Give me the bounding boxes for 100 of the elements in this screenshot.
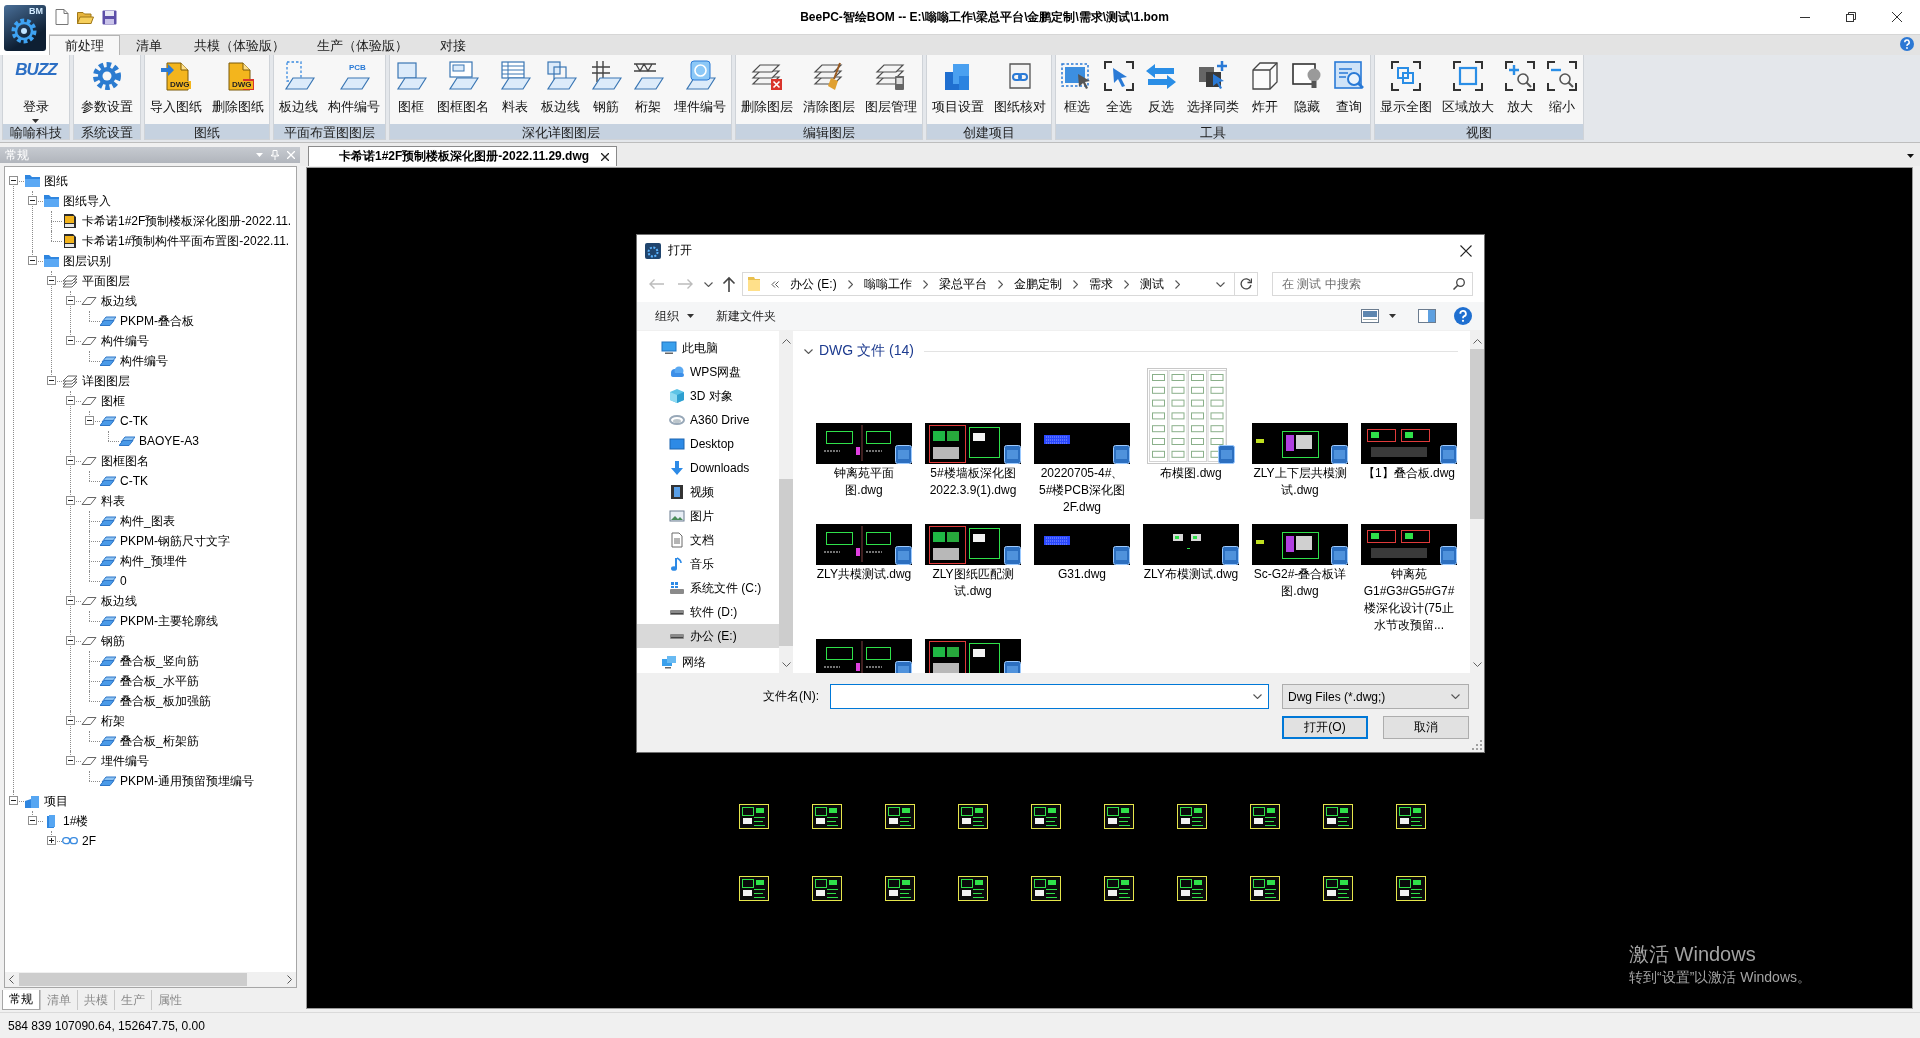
ribbon-button[interactable]: 删除图层 xyxy=(736,55,798,124)
tree-item[interactable]: 卡希诺1#2F预制楼板深化图册-2022.11. xyxy=(82,213,292,229)
breadcrumb-segment[interactable]: 嗡嗡工作 xyxy=(863,275,912,293)
ribbon-button[interactable]: 埋件编号 xyxy=(669,55,731,124)
breadcrumb-segment[interactable]: 测试 xyxy=(1139,275,1164,293)
navigation-item[interactable]: 办公 (E:) xyxy=(637,624,779,648)
help-icon[interactable] xyxy=(1454,307,1472,325)
ribbon-tab[interactable]: 清单 xyxy=(120,35,178,55)
cad-preview-drawing[interactable] xyxy=(925,524,1021,565)
ribbon-tab[interactable]: 生产（体验版） xyxy=(301,35,424,55)
cad-preview-drawing[interactable] xyxy=(1361,423,1457,464)
navigation-item[interactable]: Downloads xyxy=(637,456,779,480)
ribbon-button[interactable]: 图框 xyxy=(390,55,432,124)
ribbon-button[interactable]: PCB 构件编号 xyxy=(323,55,385,124)
ribbon-button[interactable]: DWG 导入图纸 xyxy=(145,55,207,124)
breadcrumb-segment[interactable]: 梁总平台 xyxy=(938,275,987,293)
tree-item[interactable]: C-TK xyxy=(120,413,148,429)
close-icon[interactable] xyxy=(1460,244,1472,257)
file-name[interactable]: G31.dwg xyxy=(1034,565,1130,583)
tree-item[interactable]: 叠合板_板加强筋 xyxy=(120,693,211,709)
scrollbar-thumb[interactable] xyxy=(19,973,247,986)
file-name-field[interactable] xyxy=(830,684,1269,709)
navigation-item[interactable]: 视频 xyxy=(637,480,779,504)
file-type-dropdown[interactable]: Dwg Files (*.dwg;) xyxy=(1282,684,1469,709)
file-name[interactable]: ZLY图纸匹配测试.dwg xyxy=(925,565,1021,600)
collapse-toggle-icon[interactable] xyxy=(47,276,56,285)
ribbon-button[interactable]: BUZZ 登录 xyxy=(10,55,62,124)
collapse-chevron-icon[interactable] xyxy=(804,348,813,354)
ribbon-button[interactable]: 炸开 xyxy=(1244,55,1286,124)
tree-item[interactable]: 图层识别 xyxy=(63,253,111,269)
file-name[interactable]: 【1】叠合板.dwg xyxy=(1361,464,1457,482)
tree-item[interactable]: 2F xyxy=(82,833,96,849)
ribbon-button[interactable]: 项目设置 xyxy=(927,55,989,124)
navigation-item[interactable]: 此电脑 xyxy=(637,336,779,360)
navigation-item[interactable]: 图片 xyxy=(637,504,779,528)
ribbon-button[interactable]: 板边线 xyxy=(274,55,323,124)
ribbon-tab[interactable]: 前处理 xyxy=(49,35,120,55)
tree-item[interactable]: 图框图名 xyxy=(101,453,149,469)
search-icon[interactable] xyxy=(1453,278,1465,290)
toolbar-button[interactable]: 新建文件夹 xyxy=(710,304,782,328)
collapse-toggle-icon[interactable] xyxy=(66,396,75,405)
tree-item[interactable]: BAOYE-A3 xyxy=(139,433,200,449)
ribbon-tab[interactable]: 共模（体验版） xyxy=(178,35,301,55)
ribbon-tab[interactable]: 对接 xyxy=(424,35,482,55)
cad-preview-drawing[interactable] xyxy=(1252,524,1348,565)
breadcrumb-chevron-icon[interactable] xyxy=(847,279,853,289)
help-icon[interactable] xyxy=(1900,36,1914,51)
collapse-toggle-icon[interactable] xyxy=(85,416,94,425)
ribbon-button[interactable]: 料表 xyxy=(494,55,536,124)
navigation-item[interactable]: 音乐 xyxy=(637,552,779,576)
tree-item[interactable]: PKPM-钢筋尺寸文字 xyxy=(120,533,230,549)
collapse-toggle-icon[interactable] xyxy=(28,256,37,265)
cad-preview-drawing[interactable] xyxy=(1361,524,1457,565)
tree-item[interactable]: 平面图层 xyxy=(82,273,130,289)
collapse-toggle-icon[interactable] xyxy=(66,716,75,725)
tree-item[interactable]: 卡希诺1#预制构件平面布置图-2022.11. xyxy=(82,233,290,249)
address-bar[interactable]: 办公 (E:) 嗡嗡工作 梁总平台 金鹏定制 需求 测试 xyxy=(742,272,1258,296)
dialog-button[interactable]: 打开(O) xyxy=(1282,716,1368,739)
file-name[interactable]: ZLY共模测试.dwg xyxy=(816,565,912,583)
document-tab[interactable]: 卡希诺1#2F预制楼板深化图册-2022.11.29.dwg xyxy=(308,146,618,166)
address-history-caret-icon[interactable] xyxy=(1216,281,1225,287)
ribbon-button[interactable]: 隐藏 xyxy=(1286,55,1328,124)
ribbon-button[interactable]: DWG 删除图纸 xyxy=(207,55,269,124)
expand-toggle-icon[interactable] xyxy=(47,836,56,845)
overflow-chevrons-icon[interactable] xyxy=(771,280,779,288)
collapse-toggle-icon[interactable] xyxy=(28,816,37,825)
breadcrumb-chevron-icon[interactable] xyxy=(1123,279,1129,289)
ribbon-button[interactable]: 缩小 xyxy=(1541,55,1583,124)
tree-item[interactable]: 项目 xyxy=(44,793,68,809)
preview-pane-icon[interactable] xyxy=(1418,309,1436,323)
cad-preview-drawing[interactable] xyxy=(816,423,912,464)
ribbon-button[interactable]: 桁架 xyxy=(627,55,669,124)
collapse-toggle-icon[interactable] xyxy=(9,176,18,185)
breadcrumb-chevron-icon[interactable] xyxy=(997,279,1003,289)
file-name[interactable]: ZLY布模测试.dwg xyxy=(1143,565,1239,583)
cad-preview-drawing[interactable] xyxy=(925,639,1021,673)
ribbon-button[interactable]: 图框图名 xyxy=(432,55,494,124)
collapse-toggle-icon[interactable] xyxy=(66,756,75,765)
navigation-item[interactable]: 3D 对象 xyxy=(637,384,779,408)
collapse-toggle-icon[interactable] xyxy=(66,336,75,345)
ribbon-button[interactable]: 图纸核对 xyxy=(989,55,1051,124)
sheet-preview-drawing[interactable] xyxy=(1147,368,1235,464)
cad-preview-drawing[interactable] xyxy=(1143,524,1239,565)
tree-item[interactable]: 构件编号 xyxy=(120,353,168,369)
navigation-item[interactable]: 文档 xyxy=(637,528,779,552)
tree-item[interactable]: 构件_预埋件 xyxy=(120,553,187,569)
dialog-button[interactable]: 取消 xyxy=(1383,716,1469,739)
tree-item[interactable]: 板边线 xyxy=(101,293,137,309)
save-icon[interactable] xyxy=(102,9,117,25)
breadcrumb-segment[interactable]: 办公 (E:) xyxy=(790,275,837,293)
close-icon[interactable] xyxy=(601,152,610,161)
tree-item[interactable]: 图纸 xyxy=(44,173,68,189)
collapse-toggle-icon[interactable] xyxy=(66,636,75,645)
file-name[interactable]: 20220705-4#、5#楼PCB深化图2F.dwg xyxy=(1034,464,1130,516)
tree-item[interactable]: 构件_图表 xyxy=(120,513,175,529)
navigation-item[interactable]: Desktop xyxy=(637,432,779,456)
dropdown-caret-icon[interactable] xyxy=(1389,314,1396,318)
ribbon-button[interactable]: 参数设置 xyxy=(76,55,138,124)
recent-locations-caret-icon[interactable] xyxy=(704,281,713,287)
tab-list-caret-icon[interactable] xyxy=(1907,154,1914,158)
